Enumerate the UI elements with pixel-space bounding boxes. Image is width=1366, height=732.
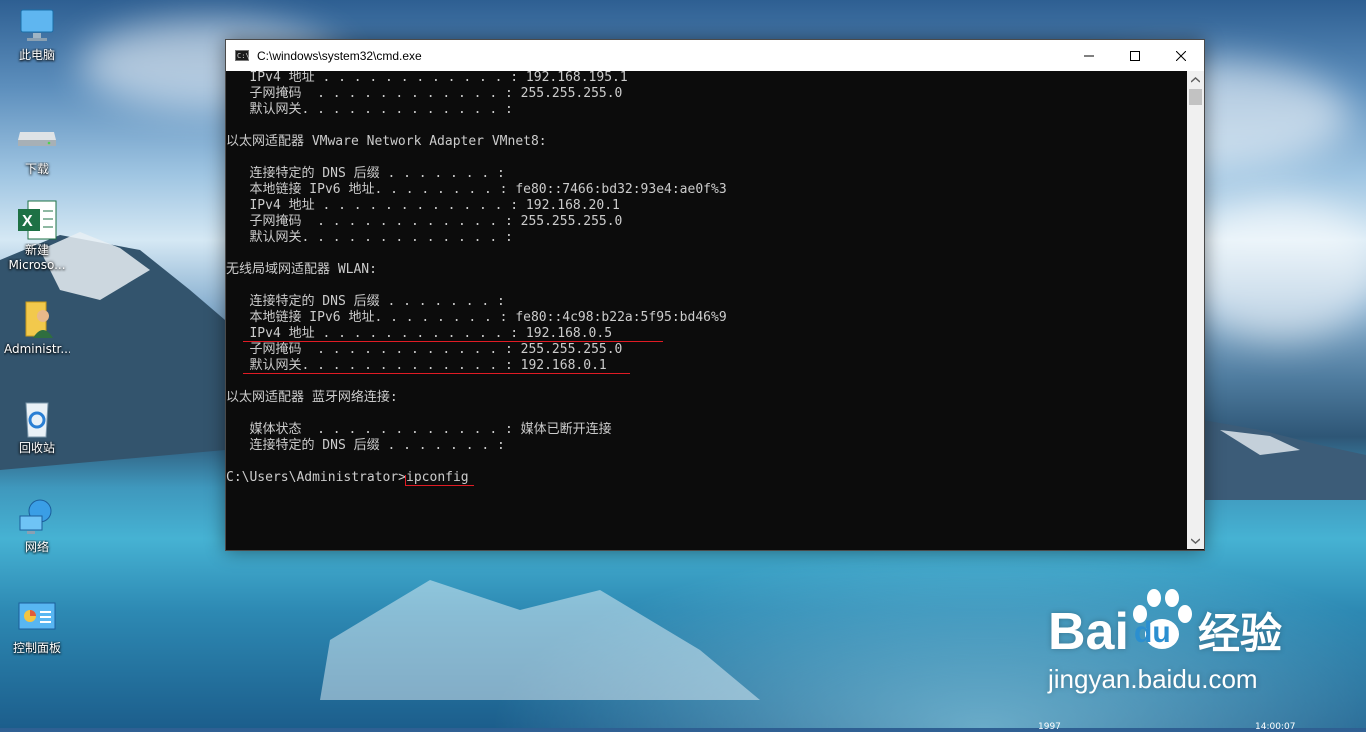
cmd-window[interactable]: C:\ C:\windows\system32\cmd.exe IPv4 地址 … xyxy=(225,39,1205,551)
taskbar-peek-left: 1997 xyxy=(1038,722,1061,732)
console-line: 子网掩码 . . . . . . . . . . . . : 255.255.2… xyxy=(226,342,623,357)
downloads-icon xyxy=(16,118,58,160)
watermark-brand-du: du xyxy=(1134,616,1171,649)
scroll-up-button[interactable] xyxy=(1187,71,1204,88)
desktop-icon-label: 此电脑 xyxy=(18,48,55,62)
console-line: 以太网适配器 蓝牙网络连接: xyxy=(226,390,398,405)
highlight-underline-command xyxy=(406,485,474,486)
title-bar[interactable]: C:\ C:\windows\system32\cmd.exe xyxy=(226,40,1204,71)
network-icon xyxy=(16,496,58,538)
scroll-down-button[interactable] xyxy=(1187,532,1204,549)
chevron-down-icon xyxy=(1191,537,1200,544)
desktop-icon-label: 网络 xyxy=(24,540,49,554)
desktop-icon-administrator[interactable]: Administr... xyxy=(4,298,70,357)
console-line: 无线局域网适配器 WLAN: xyxy=(226,262,377,277)
console-line-ipv4-highlighted: IPv4 地址 . . . . . . . . . . . . : 192.16… xyxy=(226,326,613,341)
scroll-thumb[interactable] xyxy=(1189,89,1202,105)
desktop-icon-label: 下载 xyxy=(24,162,49,176)
maximize-icon xyxy=(1130,50,1140,61)
desktop-icon-label: Administr... xyxy=(4,342,70,356)
taskbar-peek-right: 14:00:07 xyxy=(1255,722,1296,732)
console-prompt-line: C:\Users\Administrator>ipconfig xyxy=(226,470,469,485)
console-line: 默认网关. . . . . . . . . . . . . : xyxy=(226,230,513,245)
console-line-gateway-highlighted: 默认网关. . . . . . . . . . . . . : 192.168.… xyxy=(226,358,607,373)
desktop-icon-this-pc[interactable]: 此电脑 xyxy=(4,4,70,63)
highlight-bracket-command xyxy=(405,475,406,486)
chevron-up-icon xyxy=(1191,76,1200,83)
desktop-icon-excel[interactable]: X 新建 Microso... xyxy=(4,199,70,273)
desktop-icon-label: 新建 xyxy=(24,243,49,257)
svg-text:X: X xyxy=(22,213,33,230)
console-line: 媒体状态 . . . . . . . . . . . . : 媒体已断开连接 xyxy=(226,422,612,437)
console-output[interactable]: IPv4 地址 . . . . . . . . . . . . : 192.16… xyxy=(226,71,1186,549)
watermark-brand-cn: 经验 xyxy=(1198,610,1283,657)
console-line: IPv4 地址 . . . . . . . . . . . . : 192.16… xyxy=(226,198,620,213)
desktop-icon-network[interactable]: 网络 xyxy=(4,496,70,555)
this-pc-icon xyxy=(16,4,58,46)
window-title: C:\windows\system32\cmd.exe xyxy=(257,48,422,63)
recycle-bin-icon xyxy=(16,397,58,439)
console-line: 以太网适配器 VMware Network Adapter VMnet8: xyxy=(226,134,547,149)
console-line: 连接特定的 DNS 后缀 . . . . . . . : xyxy=(226,294,505,309)
desktop-icon-label: 回收站 xyxy=(18,441,55,455)
user-folder-icon xyxy=(16,298,58,340)
console-line: 连接特定的 DNS 后缀 . . . . . . . : xyxy=(226,438,505,453)
control-panel-icon xyxy=(16,597,58,639)
console-line: 本地链接 IPv6 地址. . . . . . . . : fe80::7466… xyxy=(226,182,727,197)
excel-file-icon: X xyxy=(16,199,58,241)
highlight-underline-ipv4 xyxy=(243,341,663,342)
cmd-app-icon: C:\ xyxy=(235,50,250,61)
desktop-icon-label: 控制面板 xyxy=(12,641,61,655)
minimize-button[interactable] xyxy=(1066,40,1112,71)
watermark-url: jingyan.baidu.com xyxy=(1048,664,1258,694)
desktop-icon-downloads[interactable]: 下载 xyxy=(4,118,70,177)
vertical-scrollbar[interactable] xyxy=(1187,71,1204,549)
console-line: IPv4 地址 . . . . . . . . . . . . : 192.16… xyxy=(226,71,628,85)
console-line: 本地链接 IPv6 地址. . . . . . . . : fe80::4c98… xyxy=(226,310,727,325)
console-line: 子网掩码 . . . . . . . . . . . . : 255.255.2… xyxy=(226,214,623,229)
console-line: 默认网关. . . . . . . . . . . . . : xyxy=(226,102,513,117)
close-icon xyxy=(1176,50,1186,61)
desktop-icon-control-panel[interactable]: 控制面板 xyxy=(4,597,70,656)
maximize-button[interactable] xyxy=(1112,40,1158,71)
desktop-icon-recycle-bin[interactable]: 回收站 xyxy=(4,397,70,456)
desktop-icon-label-line2: Microso... xyxy=(8,258,66,272)
minimize-icon xyxy=(1084,55,1094,56)
highlight-underline-gateway xyxy=(243,373,630,374)
console-line: 连接特定的 DNS 后缀 . . . . . . . : xyxy=(226,166,505,181)
console-line: 子网掩码 . . . . . . . . . . . . : 255.255.2… xyxy=(226,86,623,101)
close-button[interactable] xyxy=(1158,40,1204,71)
watermark-brand-bai: Bai xyxy=(1048,603,1129,661)
